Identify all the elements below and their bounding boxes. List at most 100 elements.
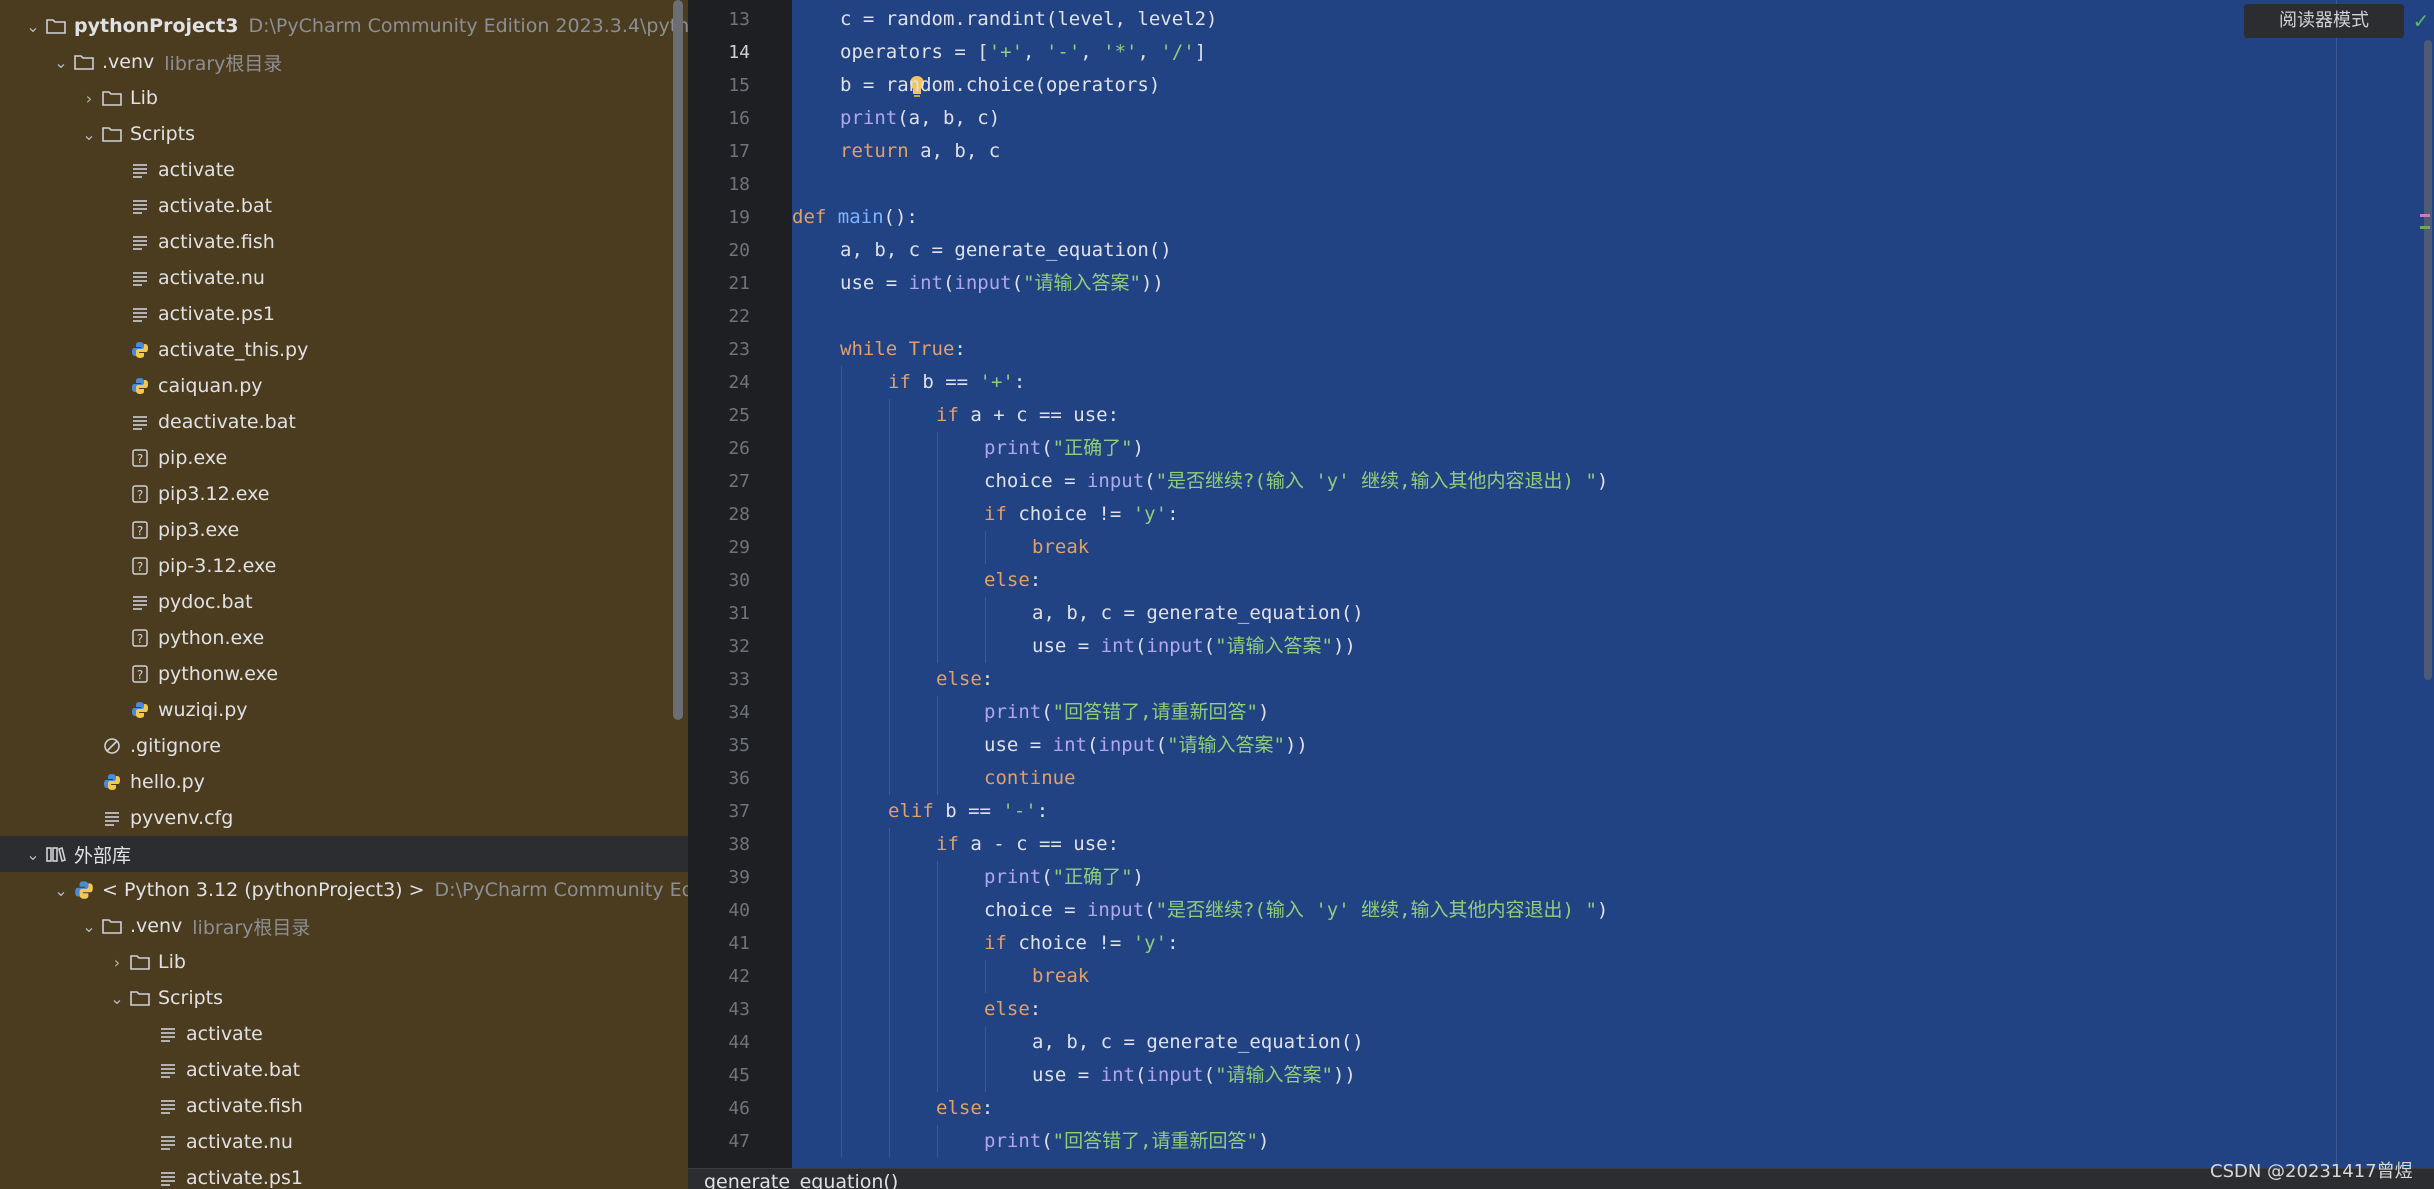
- tree-node[interactable]: activate.ps1: [0, 1160, 688, 1189]
- code-line[interactable]: def main():: [792, 201, 918, 234]
- tree-node[interactable]: › Lib: [0, 80, 688, 116]
- line-number[interactable]: 13: [688, 3, 750, 36]
- tree-node[interactable]: activate_this.py: [0, 332, 688, 368]
- line-number[interactable]: 38: [688, 828, 750, 861]
- line-number[interactable]: 18: [688, 168, 750, 201]
- code-line[interactable]: print("回答错了,请重新回答"): [984, 696, 1269, 729]
- line-number[interactable]: 27: [688, 465, 750, 498]
- line-number[interactable]: 14: [688, 36, 750, 69]
- line-number[interactable]: 44: [688, 1026, 750, 1059]
- tree-node[interactable]: activate.bat: [0, 188, 688, 224]
- tree-node[interactable]: ? pythonw.exe: [0, 656, 688, 692]
- line-number[interactable]: 42: [688, 960, 750, 993]
- code-line[interactable]: print("正确了"): [984, 432, 1144, 465]
- tree-node[interactable]: pyvenv.cfg: [0, 800, 688, 836]
- line-number[interactable]: 36: [688, 762, 750, 795]
- line-number[interactable]: 16: [688, 102, 750, 135]
- tree-node[interactable]: ? pip-3.12.exe: [0, 548, 688, 584]
- code-line[interactable]: else:: [984, 993, 1041, 1026]
- breadcrumb-item[interactable]: generate_equation(): [704, 1171, 898, 1189]
- code-line[interactable]: a, b, c = generate_equation(): [1032, 597, 1364, 630]
- tree-node[interactable]: activate: [0, 152, 688, 188]
- tree-node[interactable]: ⌄ < Python 3.12 (pythonProject3) > D:\PyCh…: [0, 872, 688, 908]
- tree-node[interactable]: activate.nu: [0, 1124, 688, 1160]
- chevron-down-icon[interactable]: ⌄: [50, 881, 72, 900]
- inspection-ok-icon[interactable]: ✓: [2410, 8, 2432, 34]
- chevron-down-icon[interactable]: ⌄: [78, 125, 100, 144]
- chevron-down-icon[interactable]: ⌄: [50, 53, 72, 72]
- line-number[interactable]: 22: [688, 300, 750, 333]
- tree-node[interactable]: activate.nu: [0, 260, 688, 296]
- line-number[interactable]: 37: [688, 795, 750, 828]
- line-number[interactable]: 43: [688, 993, 750, 1026]
- tree-node[interactable]: activate.ps1: [0, 296, 688, 332]
- code-line[interactable]: else:: [936, 1092, 993, 1125]
- code-text-area[interactable]: c = random.randint(level, level2) operato…: [792, 0, 2434, 1168]
- code-line[interactable]: use = int(input("请输入答案")): [1032, 630, 1356, 663]
- code-line[interactable]: continue: [984, 762, 1076, 795]
- tree-node[interactable]: caiquan.py: [0, 368, 688, 404]
- code-line[interactable]: else:: [936, 663, 993, 696]
- line-number[interactable]: 26: [688, 432, 750, 465]
- tree-node[interactable]: activate: [0, 1016, 688, 1052]
- tree-node[interactable]: ? pip3.exe: [0, 512, 688, 548]
- tree-node[interactable]: wuziqi.py: [0, 692, 688, 728]
- tree-node[interactable]: ⌄ .venv library根目录: [0, 908, 688, 944]
- code-line[interactable]: c = random.randint(level, level2): [840, 3, 1218, 36]
- code-line[interactable]: break: [1032, 960, 1089, 993]
- tree-node[interactable]: activate.fish: [0, 224, 688, 260]
- line-number[interactable]: 20: [688, 234, 750, 267]
- line-number[interactable]: 46: [688, 1092, 750, 1125]
- line-number[interactable]: 23: [688, 333, 750, 366]
- tree-node[interactable]: deactivate.bat: [0, 404, 688, 440]
- code-line[interactable]: if a + c == use:: [936, 399, 1119, 432]
- code-line[interactable]: break: [1032, 531, 1089, 564]
- line-number[interactable]: 25: [688, 399, 750, 432]
- line-number[interactable]: 45: [688, 1059, 750, 1092]
- line-number[interactable]: 21: [688, 267, 750, 300]
- code-line[interactable]: a, b, c = generate_equation(): [1032, 1026, 1364, 1059]
- tree-node[interactable]: ⌄ .venv library根目录: [0, 44, 688, 80]
- code-line[interactable]: print("回答错了,请重新回答"): [984, 1125, 1269, 1158]
- chevron-down-icon[interactable]: ⌄: [78, 917, 100, 936]
- code-line[interactable]: a, b, c = generate_equation(): [840, 234, 1172, 267]
- tree-node[interactable]: › Lib: [0, 944, 688, 980]
- tree-node[interactable]: ⌄ Scripts: [0, 116, 688, 152]
- line-number[interactable]: 34: [688, 696, 750, 729]
- line-number[interactable]: 31: [688, 597, 750, 630]
- code-line[interactable]: b = random.choice(operators): [840, 69, 1160, 102]
- tree-node[interactable]: pydoc.bat: [0, 584, 688, 620]
- line-number[interactable]: 32: [688, 630, 750, 663]
- tree-node[interactable]: hello.py: [0, 764, 688, 800]
- tree-node[interactable]: ⌄ 外部库: [0, 836, 688, 872]
- editor-scrollbar[interactable]: [2424, 40, 2432, 680]
- code-line[interactable]: elif b == '-':: [888, 795, 1048, 828]
- tree-node[interactable]: ? pip.exe: [0, 440, 688, 476]
- tree-node[interactable]: activate.fish: [0, 1088, 688, 1124]
- line-number[interactable]: 35: [688, 729, 750, 762]
- project-tree-scrollbar[interactable]: [673, 0, 683, 720]
- chevron-down-icon[interactable]: ⌄: [22, 17, 44, 36]
- line-number[interactable]: 41: [688, 927, 750, 960]
- line-number-gutter[interactable]: 13 14 15 16 17 18 19 20 21 22 23 24 25 26 27 28 29 30 31 32…: [688, 0, 792, 1168]
- line-number[interactable]: 39: [688, 861, 750, 894]
- code-line[interactable]: choice = input("是否继续?(输入 'y' 继续,输入其他内容退出…: [984, 465, 1608, 498]
- tree-node[interactable]: ? python.exe: [0, 620, 688, 656]
- code-line[interactable]: else:: [984, 564, 1041, 597]
- chevron-down-icon[interactable]: ⌄: [106, 989, 128, 1008]
- tree-node[interactable]: activate.bat: [0, 1052, 688, 1088]
- code-line[interactable]: operators = ['+', '-', '*', '/']: [840, 36, 1206, 69]
- code-line[interactable]: if choice != 'y':: [984, 927, 1179, 960]
- line-number[interactable]: 15: [688, 69, 750, 102]
- line-number[interactable]: 17: [688, 135, 750, 168]
- chevron-right-icon[interactable]: ›: [106, 953, 128, 972]
- code-line[interactable]: print(a, b, c): [840, 102, 1000, 135]
- line-number[interactable]: 28: [688, 498, 750, 531]
- code-line[interactable]: if b == '+':: [888, 366, 1025, 399]
- code-line[interactable]: choice = input("是否继续?(输入 'y' 继续,输入其他内容退出…: [984, 894, 1608, 927]
- tree-node[interactable]: ? pip3.12.exe: [0, 476, 688, 512]
- chevron-down-icon[interactable]: ⌄: [22, 845, 44, 864]
- line-number[interactable]: 19: [688, 201, 750, 234]
- code-line[interactable]: if choice != 'y':: [984, 498, 1179, 531]
- line-number[interactable]: 33: [688, 663, 750, 696]
